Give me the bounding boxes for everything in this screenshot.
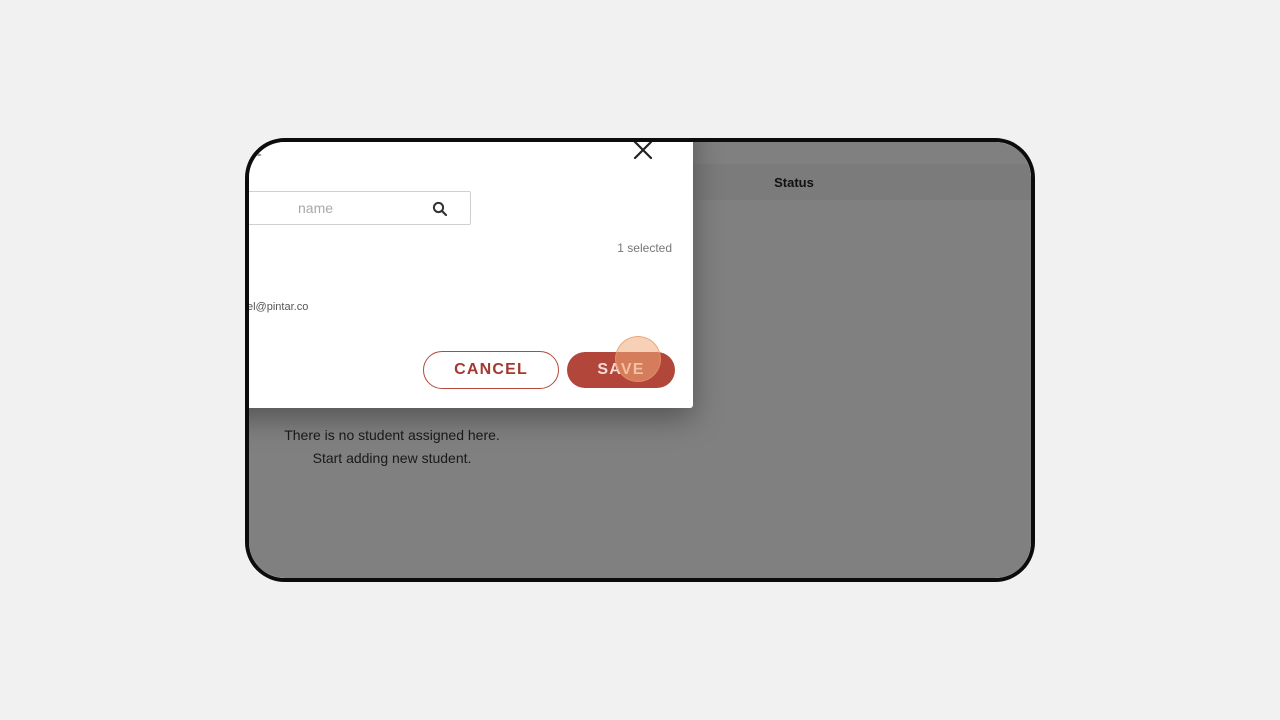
app-viewport: Status There is no student assigned here… bbox=[245, 138, 1035, 582]
search-field[interactable] bbox=[249, 191, 471, 225]
cancel-button[interactable]: CANCEL bbox=[423, 351, 559, 389]
search-icon[interactable] bbox=[432, 201, 448, 217]
save-button[interactable]: SAVE bbox=[567, 352, 675, 388]
close-button[interactable] bbox=[631, 142, 655, 162]
add-student-modal: ent 1 selected el@pintar.co CANCEL SAVE bbox=[247, 139, 693, 408]
search-input[interactable] bbox=[249, 192, 430, 224]
student-email: el@pintar.co bbox=[247, 301, 309, 313]
modal-title: ent bbox=[249, 139, 262, 161]
selected-count: 1 selected bbox=[617, 241, 672, 255]
close-icon bbox=[633, 142, 653, 160]
